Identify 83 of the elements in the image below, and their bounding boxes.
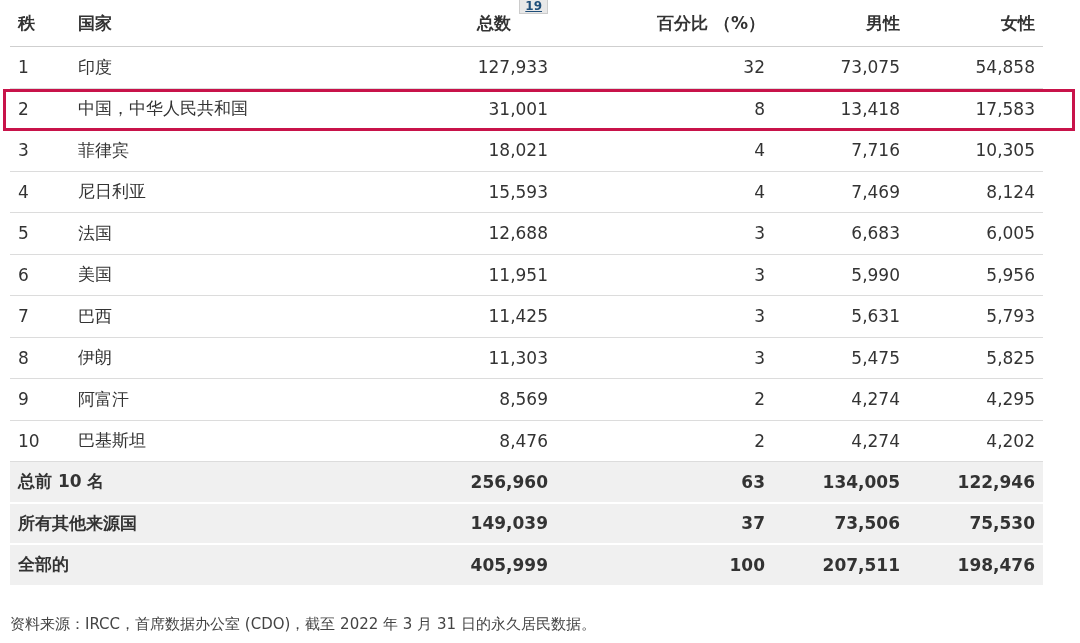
table-cell: 100	[729, 554, 765, 575]
table-cell: 10,305	[975, 140, 1035, 161]
table-cell: 巴西	[78, 304, 112, 328]
table-cell: 尼日利亚	[78, 180, 146, 204]
table-cell: 5,990	[851, 264, 900, 285]
table-cell: 2	[754, 430, 765, 451]
table-cell: 11,951	[488, 264, 548, 285]
table-cell: 5,793	[986, 306, 1035, 327]
table-cell: 全部的	[18, 553, 69, 577]
table-cell: 总前 10 名	[18, 470, 105, 494]
table-cell: 17,583	[975, 98, 1035, 119]
table-cell: 6,683	[851, 223, 900, 244]
column-header: 总数	[477, 11, 512, 35]
table-cell: 37	[741, 513, 765, 534]
table-cell: 2	[754, 389, 765, 410]
table-cell: 7,716	[851, 140, 900, 161]
table-cell: 5	[18, 223, 29, 244]
table-cell: 4	[754, 140, 765, 161]
table-cell: 4,274	[851, 430, 900, 451]
table-cell: 4	[18, 181, 29, 202]
table-cell: 134,005	[822, 471, 900, 492]
column-header: 国家	[78, 11, 112, 35]
table-cell: 256,960	[470, 471, 548, 492]
table-cell: 5,825	[986, 347, 1035, 368]
column-header: 百分比 （%）	[657, 11, 765, 35]
column-header: 秩	[18, 11, 35, 35]
table-cell: 5,631	[851, 306, 900, 327]
column-header: 男性	[866, 11, 900, 35]
table-cell: 31,001	[488, 98, 548, 119]
table-cell: 中国，中华人民共和国	[78, 97, 248, 121]
table-cell: 3	[754, 264, 765, 285]
table-cell: 405,999	[470, 554, 548, 575]
table-cell: 法国	[78, 221, 112, 245]
table-cell: 122,946	[957, 471, 1035, 492]
table-cell: 3	[18, 140, 29, 161]
table-cell: 印度	[78, 55, 112, 79]
table-cell: 127,933	[477, 57, 548, 78]
table-cell: 18,021	[488, 140, 548, 161]
table-cell: 8,476	[499, 430, 548, 451]
table-cell: 伊朗	[78, 346, 112, 370]
table-cell: 13,418	[840, 98, 900, 119]
table-cell: 4	[754, 181, 765, 202]
table-cell: 5,475	[851, 347, 900, 368]
table-cell: 美国	[78, 263, 112, 287]
table-cell: 8,124	[986, 181, 1035, 202]
column-header: 女性	[1001, 11, 1035, 35]
table-cell: 所有其他来源国	[18, 511, 137, 535]
table-cell: 32	[743, 57, 765, 78]
table-cell: 3	[754, 347, 765, 368]
table-cell: 54,858	[975, 57, 1035, 78]
table-cell: 2	[18, 98, 29, 119]
table-cell: 10	[18, 430, 40, 451]
table-cell: 7,469	[851, 181, 900, 202]
table-cell: 198,476	[957, 554, 1035, 575]
table-cell: 4,274	[851, 389, 900, 410]
table-cell: 3	[754, 223, 765, 244]
table-cell: 207,511	[822, 554, 900, 575]
table-cell: 5,956	[986, 264, 1035, 285]
table-cell: 9	[18, 389, 29, 410]
table-cell: 4,202	[986, 430, 1035, 451]
table-cell: 8,569	[499, 389, 548, 410]
table-cell: 3	[754, 306, 765, 327]
table-cell: 15,593	[488, 181, 548, 202]
table-cell: 149,039	[470, 513, 548, 534]
table-cell: 阿富汗	[78, 387, 129, 411]
table-cell: 1	[18, 57, 29, 78]
table-cell: 6	[18, 264, 29, 285]
table-cell: 巴基斯坦	[78, 429, 146, 453]
source-note: 资料来源：IRCC，首席数据办公室 (CDO)，截至 2022 年 3 月 31 日的永久居民数据。	[10, 614, 597, 634]
table-cell: 73,075	[840, 57, 900, 78]
table-cell: 8	[18, 347, 29, 368]
footnote-link[interactable]: 19	[519, 0, 548, 14]
table-cell: 菲律宾	[78, 138, 129, 162]
table-cell: 63	[741, 471, 765, 492]
table-cell: 73,506	[834, 513, 900, 534]
table-cell: 8	[754, 98, 765, 119]
table-cell: 75,530	[969, 513, 1035, 534]
table-cell: 12,688	[488, 223, 548, 244]
table-cell: 11,425	[488, 306, 548, 327]
table-cell: 6,005	[986, 223, 1035, 244]
table-cell: 11,303	[488, 347, 548, 368]
table-cell: 7	[18, 306, 29, 327]
table-cell: 4,295	[986, 389, 1035, 410]
